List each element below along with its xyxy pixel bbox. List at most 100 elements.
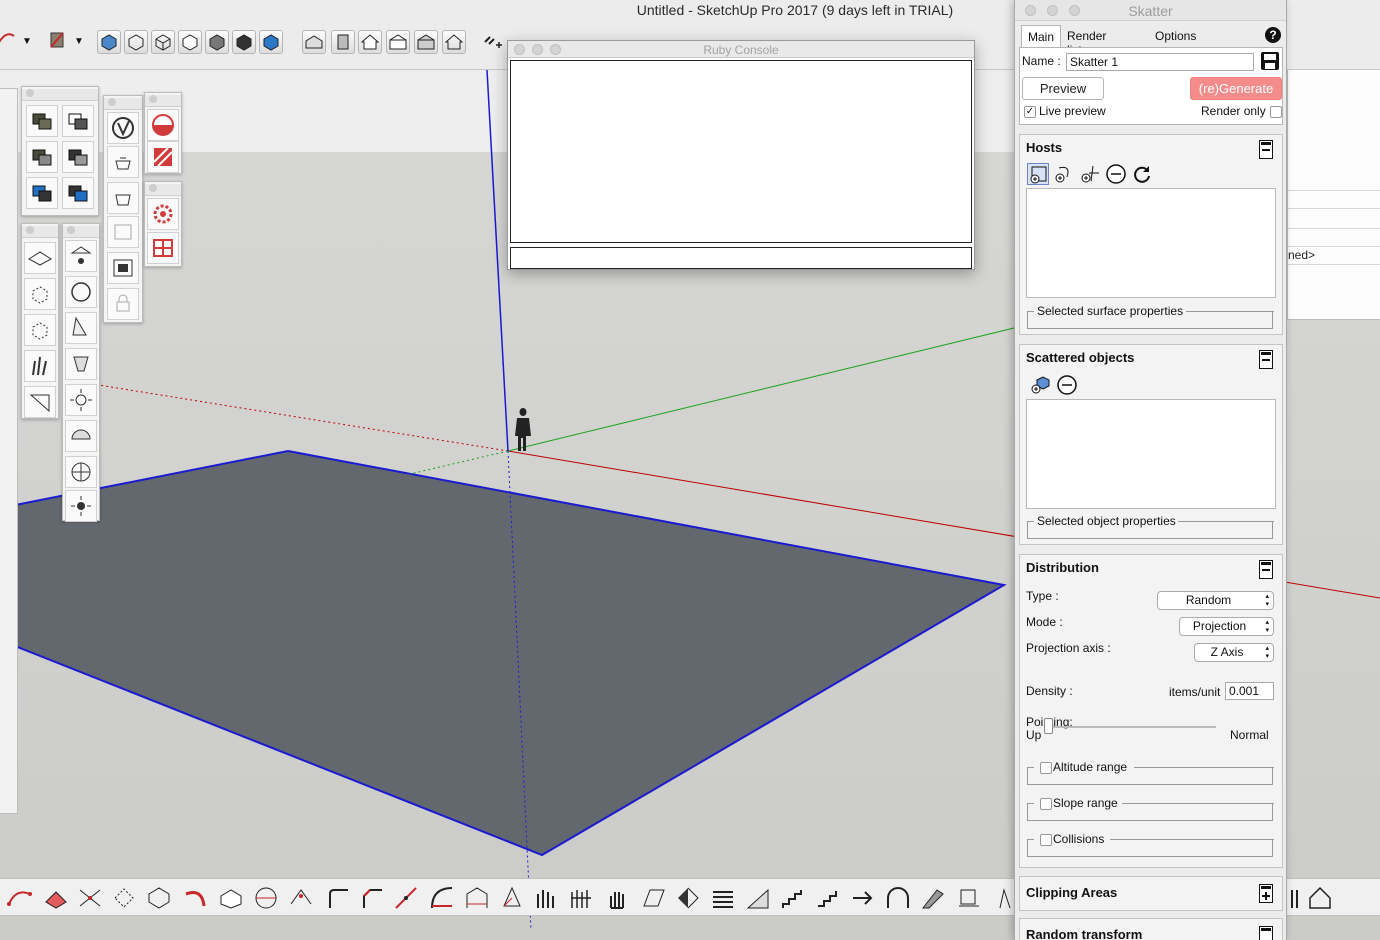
- split-icon[interactable]: [62, 177, 94, 209]
- density-input[interactable]: 0.001: [1225, 682, 1274, 700]
- frame-buffer-icon[interactable]: [107, 216, 139, 248]
- lasso-tool-icon[interactable]: [0, 28, 20, 52]
- right-view-icon[interactable]: [386, 30, 410, 54]
- link-plus-icon[interactable]: [481, 30, 505, 54]
- cut-line-icon[interactable]: [76, 884, 104, 912]
- back-edges-icon[interactable]: [124, 30, 148, 54]
- add-host-object-icon[interactable]: [1079, 163, 1101, 185]
- roof-icon[interactable]: [919, 884, 947, 912]
- lock-camera-icon[interactable]: [107, 288, 139, 320]
- outer-shell-icon[interactable]: [26, 177, 58, 209]
- front-view-icon[interactable]: [358, 30, 382, 54]
- render-only-checkbox[interactable]: [1270, 106, 1282, 118]
- asset-editor-icon[interactable]: [107, 252, 139, 284]
- iso-view-icon[interactable]: [302, 30, 326, 54]
- red-sphere-icon[interactable]: [147, 109, 179, 141]
- curve-tool-icon[interactable]: [6, 884, 34, 912]
- extrude-icon[interactable]: [42, 884, 70, 912]
- ground-rectangle-face[interactable]: [0, 449, 1007, 857]
- toolbar-grip[interactable]: [63, 226, 99, 238]
- ramp-icon[interactable]: [744, 884, 772, 912]
- tube-icon[interactable]: [498, 884, 526, 912]
- sphere-tool-icon[interactable]: [252, 884, 280, 912]
- frame-grid-icon[interactable]: [463, 884, 491, 912]
- bend-icon[interactable]: [182, 884, 210, 912]
- stamp-icon[interactable]: [24, 314, 56, 346]
- top-view-icon[interactable]: [331, 30, 355, 54]
- fillet-icon[interactable]: [324, 884, 352, 912]
- spot-light-icon[interactable]: [65, 312, 97, 344]
- expand-icon[interactable]: [1259, 884, 1273, 903]
- intersect-icon[interactable]: [26, 141, 58, 173]
- chamfer-icon[interactable]: [358, 884, 386, 912]
- slope-range-checkbox[interactable]: [1040, 798, 1052, 810]
- pointing-slider-thumb[interactable]: [1044, 718, 1053, 734]
- shaded-textures-icon[interactable]: [232, 30, 256, 54]
- regenerate-button[interactable]: (re)Generate: [1190, 77, 1282, 100]
- subtract-icon[interactable]: [62, 105, 94, 137]
- ruby-input-field[interactable]: [510, 247, 972, 269]
- spiral-stairs-icon[interactable]: [814, 884, 842, 912]
- scattered-objects-list[interactable]: [1026, 399, 1276, 509]
- mode-select[interactable]: Projection: [1179, 617, 1274, 636]
- trim-icon[interactable]: [62, 141, 94, 173]
- split-face-icon[interactable]: [674, 884, 702, 912]
- stairs-icon[interactable]: [779, 884, 807, 912]
- render-list-icon[interactable]: [147, 232, 179, 264]
- dropdown-arrow-icon[interactable]: ▼: [74, 36, 84, 47]
- help-button[interactable]: ?: [1265, 27, 1281, 43]
- toolbar-grip[interactable]: [104, 98, 142, 110]
- altitude-range-checkbox[interactable]: [1040, 762, 1052, 774]
- skatter-titlebar[interactable]: Skatter: [1015, 0, 1286, 21]
- globe-light-icon[interactable]: [65, 456, 97, 488]
- paint-bucket-icon[interactable]: [46, 29, 70, 53]
- stack-icon[interactable]: [709, 884, 737, 912]
- offset-face-icon[interactable]: [145, 884, 173, 912]
- smoove-icon[interactable]: [24, 278, 56, 310]
- save-icon[interactable]: [1260, 51, 1280, 71]
- toolbar-grip[interactable]: [22, 89, 98, 101]
- tab-main[interactable]: Main: [1021, 25, 1061, 47]
- columns-icon[interactable]: [532, 884, 560, 912]
- preview-button[interactable]: Preview: [1022, 77, 1104, 100]
- teapot-render-icon[interactable]: [107, 146, 139, 178]
- monochrome-icon[interactable]: [259, 30, 283, 54]
- ruby-console-titlebar[interactable]: Ruby Console: [508, 41, 974, 58]
- fence-icon[interactable]: [567, 884, 595, 912]
- surface-icon[interactable]: [640, 884, 668, 912]
- scatter-dots-icon[interactable]: [147, 198, 179, 230]
- tunnel-icon[interactable]: [884, 884, 912, 912]
- pointing-slider-track[interactable]: [1044, 726, 1216, 728]
- house-outline-icon[interactable]: [1306, 884, 1334, 912]
- sun-light-icon[interactable]: [65, 490, 97, 522]
- export-box-icon[interactable]: [955, 884, 983, 912]
- collapse-icon[interactable]: [1259, 926, 1273, 940]
- hidden-line-icon[interactable]: [178, 30, 202, 54]
- left-view-icon[interactable]: [442, 30, 466, 54]
- edge-tool-icon[interactable]: [287, 884, 315, 912]
- sandbox-contours-icon[interactable]: [24, 242, 56, 274]
- dome-light-icon[interactable]: [65, 240, 97, 272]
- tab-options[interactable]: Options: [1149, 25, 1202, 47]
- dropdown-arrow-icon[interactable]: ▼: [22, 36, 32, 47]
- xray-style-icon[interactable]: [97, 30, 121, 54]
- line-cross-icon[interactable]: [392, 884, 420, 912]
- refresh-icon[interactable]: [1131, 163, 1153, 185]
- collapse-icon[interactable]: [1259, 560, 1273, 579]
- ies-light-icon[interactable]: [65, 348, 97, 380]
- remove-object-icon[interactable]: [1056, 374, 1078, 396]
- sphere-light-icon[interactable]: [65, 276, 97, 308]
- remove-host-icon[interactable]: [1105, 163, 1127, 185]
- live-preview-checkbox[interactable]: ✓: [1024, 106, 1036, 118]
- flip-edge-icon[interactable]: [24, 386, 56, 418]
- type-select[interactable]: Random: [1157, 591, 1274, 610]
- collisions-checkbox[interactable]: [1040, 834, 1052, 846]
- arrow-stairs-icon[interactable]: [849, 884, 877, 912]
- toolbar-grip[interactable]: [145, 184, 181, 196]
- back-view-icon[interactable]: [414, 30, 438, 54]
- add-host-icon[interactable]: [1027, 163, 1049, 185]
- ruby-output-area[interactable]: [510, 60, 972, 243]
- projection-axis-select[interactable]: Z Axis: [1194, 643, 1274, 662]
- vray-render-icon[interactable]: [107, 112, 139, 144]
- hatch-icon[interactable]: [147, 141, 179, 173]
